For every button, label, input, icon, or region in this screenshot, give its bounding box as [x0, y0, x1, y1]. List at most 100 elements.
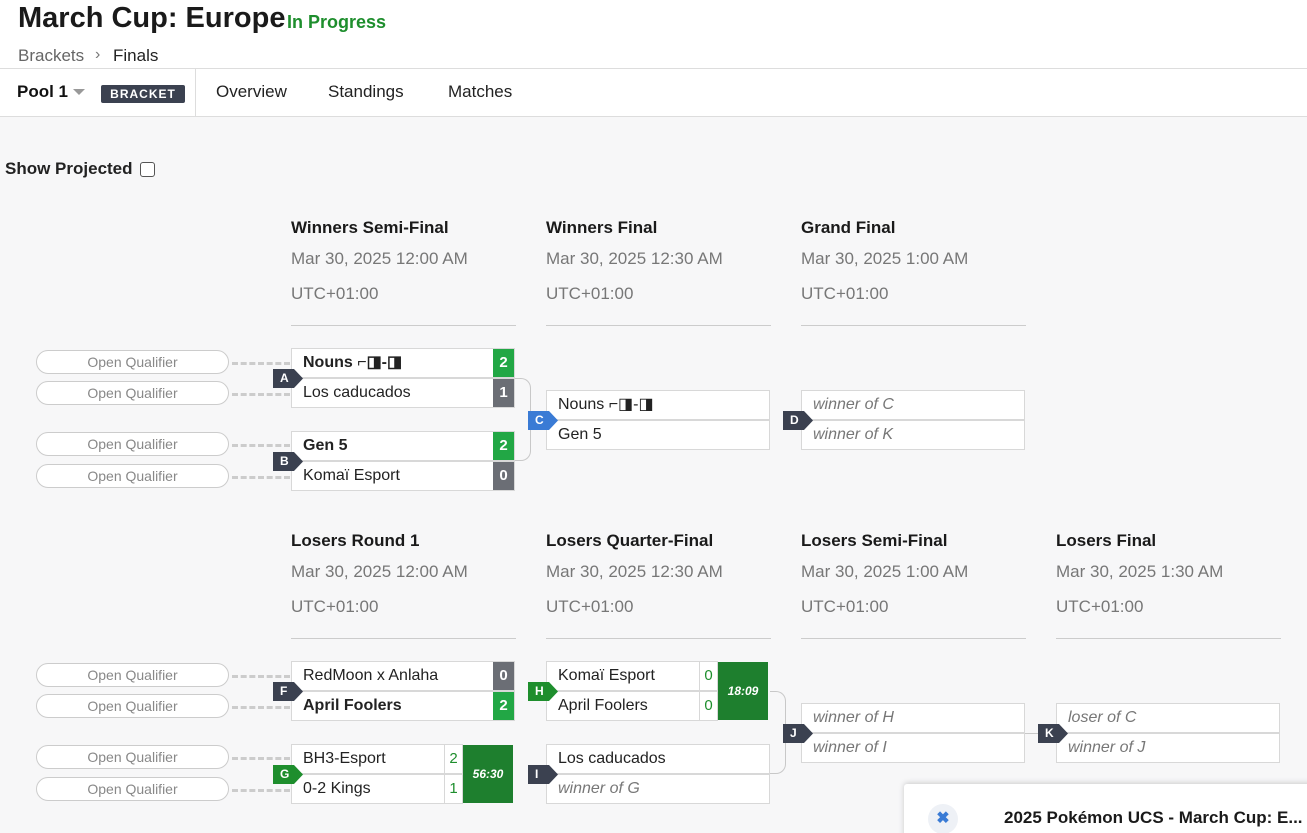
team-name: BH3-Esport [303, 750, 386, 767]
round-title: Winners Semi-Final [291, 218, 449, 237]
team-name: 0-2 Kings [303, 780, 371, 797]
open-qualifier-slot[interactable]: Open Qualifier [36, 432, 229, 456]
open-qualifier-slot[interactable]: Open Qualifier [36, 464, 229, 488]
open-qualifier-slot[interactable]: Open Qualifier [36, 745, 229, 769]
match-k-team-top[interactable]: loser of C [1056, 703, 1280, 733]
round-title: Losers Quarter-Final [546, 531, 714, 550]
open-qualifier-slot[interactable]: Open Qualifier [36, 350, 229, 374]
tab-standings[interactable]: Standings [328, 82, 404, 102]
match-d-team-top[interactable]: winner of C [801, 390, 1025, 420]
match-c-team-bottom[interactable]: Gen 5 [546, 420, 770, 450]
round-timezone: UTC+01:00 [801, 284, 889, 303]
round-timezone: UTC+01:00 [291, 597, 379, 616]
divider [801, 325, 1026, 326]
caret-down-icon[interactable] [73, 89, 85, 95]
divider [0, 68, 1307, 69]
team-name: winner of G [558, 780, 640, 797]
divider [0, 116, 1307, 117]
divider [801, 638, 1026, 639]
breadcrumb-brackets[interactable]: Brackets [18, 46, 84, 66]
round-title: Losers Final [1056, 531, 1157, 550]
round-date: Mar 30, 2025 1:00 AM [801, 249, 969, 268]
match-g-team-top[interactable]: BH3-Esport 2 [291, 744, 463, 774]
match-f-team-top[interactable]: RedMoon x Anlaha 0 [291, 661, 515, 691]
team-name: Los caducados [303, 384, 411, 401]
open-qualifier-slot[interactable]: Open Qualifier [36, 777, 229, 801]
bracket-badge: BRACKET [101, 85, 185, 103]
score-badge: 2 [493, 349, 514, 377]
chevron-right-icon: › [95, 46, 101, 63]
show-projected-checkbox[interactable] [140, 162, 155, 177]
round-date: Mar 30, 2025 1:30 AM [1056, 562, 1224, 581]
match-j-team-bottom[interactable]: winner of I [801, 733, 1025, 763]
tab-overview[interactable]: Overview [216, 82, 287, 102]
dashed-connector [232, 444, 290, 447]
team-name: winner of K [813, 426, 894, 443]
match-c-team-top[interactable]: Nouns ⌐◨-◨ [546, 390, 770, 420]
dashed-connector [232, 757, 290, 760]
match-a-team-bottom[interactable]: Los caducados 1 [291, 378, 515, 408]
team-name: winner of C [813, 396, 894, 413]
team-name: Los caducados [558, 750, 666, 767]
divider [291, 325, 516, 326]
round-timezone: UTC+01:00 [801, 597, 889, 616]
team-name: winner of I [813, 739, 887, 756]
team-name: Gen 5 [303, 437, 348, 454]
live-score: 2 [444, 745, 462, 773]
team-name: loser of C [1068, 709, 1137, 726]
round-title: Winners Final [546, 218, 658, 237]
round-timezone: UTC+01:00 [291, 284, 379, 303]
dashed-connector [232, 789, 290, 792]
team-name: RedMoon x Anlaha [303, 667, 439, 684]
page-title: March Cup: Europe [18, 2, 286, 34]
dashed-connector [232, 362, 290, 365]
match-b-team-top[interactable]: Gen 5 2 [291, 431, 515, 461]
match-a-team-top[interactable]: Nouns ⌐◨-◨ 2 [291, 348, 515, 378]
round-timezone: UTC+01:00 [1056, 597, 1144, 616]
toast-title[interactable]: 2025 Pokémon UCS - March Cup: E... [1004, 808, 1303, 828]
match-j-team-top[interactable]: winner of H [801, 703, 1025, 733]
team-name: winner of J [1068, 739, 1146, 756]
page-header: March Cup: Europe In Progress Brackets ›… [0, 0, 1307, 117]
open-qualifier-slot[interactable]: Open Qualifier [36, 694, 229, 718]
match-timer: 18:09 [718, 662, 768, 720]
dashed-connector [232, 476, 290, 479]
team-name: winner of H [813, 709, 894, 726]
round-date: Mar 30, 2025 12:30 AM [546, 249, 723, 268]
close-icon[interactable]: ✖ [928, 804, 958, 833]
divider [546, 638, 771, 639]
open-qualifier-slot[interactable]: Open Qualifier [36, 663, 229, 687]
live-score: 0 [699, 662, 717, 690]
round-title: Grand Final [801, 218, 896, 237]
round-timezone: UTC+01:00 [546, 284, 634, 303]
round-date: Mar 30, 2025 12:30 AM [546, 562, 723, 581]
dashed-connector [232, 706, 290, 709]
divider [195, 69, 196, 116]
match-i-team-top[interactable]: Los caducados [546, 744, 770, 774]
divider [291, 638, 516, 639]
round-timezone: UTC+01:00 [546, 597, 634, 616]
score-badge: 1 [493, 379, 514, 407]
team-name: Komaï Esport [558, 667, 655, 684]
divider [1056, 638, 1281, 639]
match-b-team-bottom[interactable]: Komaï Esport 0 [291, 461, 515, 491]
notification-toast: ✖ 2025 Pokémon UCS - March Cup: E... [904, 784, 1307, 833]
match-i-team-bottom[interactable]: winner of G [546, 774, 770, 804]
tab-matches[interactable]: Matches [448, 82, 512, 102]
pool-selector[interactable]: Pool 1 [17, 82, 68, 102]
live-score: 0 [699, 692, 717, 720]
match-f-team-bottom[interactable]: April Foolers 2 [291, 691, 515, 721]
match-h-team-top[interactable]: Komaï Esport 0 [546, 661, 718, 691]
match-g-team-bottom[interactable]: 0-2 Kings 1 [291, 774, 463, 804]
live-score: 1 [444, 775, 462, 803]
team-name: April Foolers [303, 697, 402, 714]
match-d-team-bottom[interactable]: winner of K [801, 420, 1025, 450]
dashed-connector [232, 393, 290, 396]
match-h-team-bottom[interactable]: April Foolers 0 [546, 691, 718, 721]
team-name: Gen 5 [558, 426, 602, 443]
team-name: Nouns ⌐◨-◨ [303, 354, 403, 371]
score-badge: 2 [493, 692, 514, 720]
match-k-team-bottom[interactable]: winner of J [1056, 733, 1280, 763]
open-qualifier-slot[interactable]: Open Qualifier [36, 381, 229, 405]
breadcrumb-finals: Finals [113, 46, 159, 65]
